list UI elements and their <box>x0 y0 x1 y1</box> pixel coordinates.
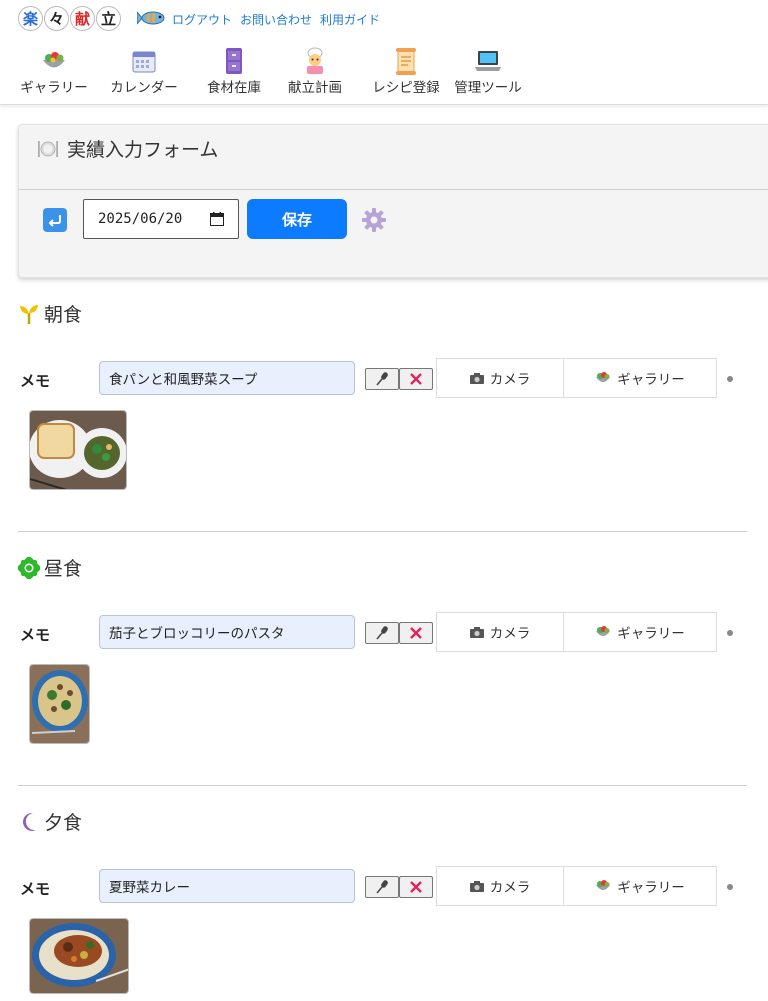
status-dot <box>727 630 733 636</box>
header: 楽 々 献 立 ログアウト お問い合わせ 利用ガイド ギャラリー カレンダー 食… <box>0 0 768 105</box>
logo-char: 献 <box>70 6 95 31</box>
camera-icon <box>469 373 484 384</box>
meal-photo[interactable] <box>29 918 129 994</box>
sun-icon <box>18 556 40 579</box>
meal-heading: 夕食 <box>18 808 82 835</box>
status-dot <box>727 376 733 382</box>
salad-bowl-icon <box>596 372 611 382</box>
meal-photo-image <box>30 665 89 743</box>
status-dot <box>727 884 733 890</box>
memo-input[interactable]: 食パンと和風野菜スープ <box>99 361 355 395</box>
camera-label: カメラ <box>489 880 531 896</box>
scroll-icon <box>391 46 421 76</box>
gallery-button[interactable]: ギャラリー <box>563 866 717 906</box>
microphone-icon <box>376 372 388 386</box>
calendar-icon <box>129 46 159 76</box>
voice-input-button[interactable] <box>365 876 399 898</box>
app-logo[interactable]: 楽 々 献 立 <box>18 6 121 31</box>
nav-item-calendar[interactable]: カレンダー <box>90 46 198 96</box>
date-input[interactable]: 2025/06/20 <box>83 199 239 239</box>
camera-label: カメラ <box>489 372 531 388</box>
nav-label: ギャラリー <box>20 80 88 96</box>
close-icon <box>410 373 422 385</box>
meal-photo-image <box>30 919 128 993</box>
gallery-button[interactable]: ギャラリー <box>563 612 717 652</box>
save-button[interactable]: 保存 <box>247 199 347 239</box>
memo-label: メモ <box>20 880 51 898</box>
section-divider <box>18 785 747 786</box>
record-form-panel: 実績入力フォーム 2025/06/20 保存 <box>18 124 768 278</box>
plate-cutlery-icon <box>38 140 58 157</box>
meal-heading: 朝食 <box>18 300 82 327</box>
nav-label: 食材在庫 <box>207 80 261 96</box>
contact-link[interactable]: お問い合わせ <box>240 11 312 28</box>
microphone-icon <box>376 626 388 640</box>
close-icon <box>410 627 422 639</box>
nav-item-admin[interactable]: 管理ツール <box>452 46 524 96</box>
meal-photo[interactable] <box>29 410 127 490</box>
memo-label: メモ <box>20 372 51 390</box>
nav-label: 管理ツール <box>454 80 522 96</box>
memo-input[interactable]: 夏野菜カレー <box>99 869 355 903</box>
microphone-icon <box>376 880 388 894</box>
nav-label: カレンダー <box>110 80 178 96</box>
gear-icon[interactable] <box>362 208 386 232</box>
nav-label: レシピ登録 <box>372 80 440 96</box>
gallery-label: ギャラリー <box>617 372 685 388</box>
chef-icon <box>300 46 330 76</box>
memo-label: メモ <box>20 626 51 644</box>
camera-button[interactable]: カメラ <box>436 612 564 652</box>
clear-memo-button[interactable] <box>399 622 433 644</box>
nav-item-inventory[interactable]: 食材在庫 <box>198 46 270 96</box>
meal-photo-image <box>30 411 126 489</box>
camera-button[interactable]: カメラ <box>436 866 564 906</box>
section-divider <box>18 531 747 532</box>
logo-char: 々 <box>44 6 69 31</box>
meal-title: 朝食 <box>44 304 83 326</box>
camera-icon <box>469 627 484 638</box>
meal-photo[interactable] <box>29 664 90 744</box>
camera-button[interactable]: カメラ <box>436 358 564 398</box>
salad-bowl-icon <box>596 626 611 636</box>
form-title: 実績入力フォーム <box>67 139 219 161</box>
salad-bowl-icon <box>39 46 69 76</box>
voice-input-button[interactable] <box>365 622 399 644</box>
nav-item-plan[interactable]: 献立計画 <box>270 46 360 96</box>
salad-bowl-icon <box>596 880 611 890</box>
meal-title: 昼食 <box>44 558 83 580</box>
sprout-icon <box>18 303 40 325</box>
back-button[interactable] <box>43 208 67 232</box>
voice-input-button[interactable] <box>365 368 399 390</box>
panel-divider <box>19 189 768 190</box>
meal-heading: 昼食 <box>18 554 82 581</box>
main-nav: ギャラリー カレンダー 食材在庫 献立計画 レシピ登録 管理ツール <box>18 46 524 96</box>
date-value: 2025/06/20 <box>98 211 183 227</box>
gallery-label: ギャラリー <box>617 880 685 896</box>
meal-title: 夕食 <box>44 812 83 834</box>
nav-item-recipe[interactable]: レシピ登録 <box>360 46 452 96</box>
gallery-button[interactable]: ギャラリー <box>563 358 717 398</box>
clear-memo-button[interactable] <box>399 876 433 898</box>
return-arrow-icon <box>48 215 61 227</box>
fish-icon <box>137 11 165 25</box>
cabinet-icon <box>219 46 249 76</box>
logo-char: 楽 <box>18 6 43 31</box>
logout-link[interactable]: ログアウト <box>172 11 232 28</box>
moon-icon <box>18 811 40 833</box>
nav-item-gallery[interactable]: ギャラリー <box>18 46 90 96</box>
clear-memo-button[interactable] <box>399 368 433 390</box>
guide-link[interactable]: 利用ガイド <box>320 11 380 28</box>
close-icon <box>410 881 422 893</box>
laptop-icon <box>473 46 503 76</box>
calendar-picker-icon[interactable] <box>210 212 224 226</box>
panel-title: 実績入力フォーム <box>37 135 218 162</box>
camera-label: カメラ <box>489 626 531 642</box>
top-links: ログアウト お問い合わせ 利用ガイド <box>172 11 380 28</box>
gallery-label: ギャラリー <box>617 626 685 642</box>
memo-input[interactable]: 茄子とブロッコリーのパスタ <box>99 615 355 649</box>
camera-icon <box>469 881 484 892</box>
logo-char: 立 <box>96 6 121 31</box>
nav-label: 献立計画 <box>288 80 342 96</box>
